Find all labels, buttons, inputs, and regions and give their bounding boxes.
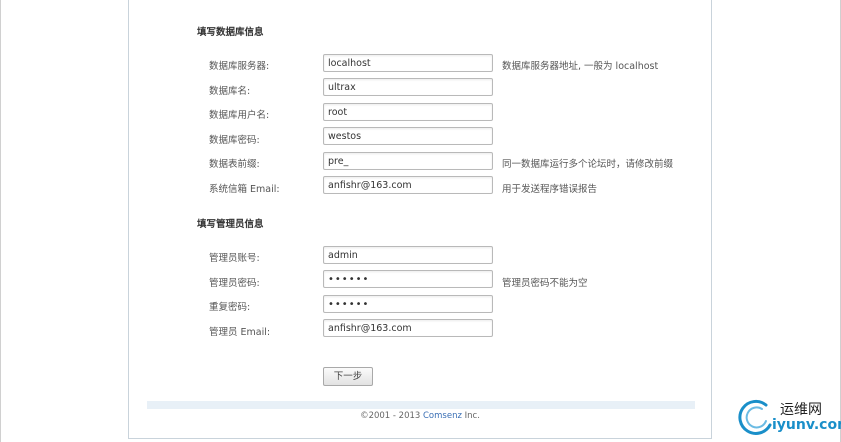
db-password-input[interactable]	[323, 127, 493, 145]
footer-brand-link[interactable]: Comsenz	[423, 411, 462, 421]
admin-account-label: 管理员账号:	[209, 253, 260, 264]
system-email-label: 系统信箱 Email:	[209, 184, 280, 195]
table-prefix-input[interactable]	[323, 152, 493, 170]
admin-account-input[interactable]	[323, 246, 493, 264]
repeat-password-input[interactable]	[323, 295, 493, 313]
db-host-input[interactable]	[323, 54, 493, 72]
db-password-label: 数据库密码:	[209, 135, 260, 146]
db-name-label: 数据库名:	[209, 86, 251, 97]
admin-email-label: 管理员 Email:	[209, 327, 271, 338]
db-section-title: 填写数据库信息	[197, 27, 264, 38]
table-prefix-note: 同一数据库运行多个论坛时，请修改前缀	[502, 159, 674, 170]
admin-password-label: 管理员密码:	[209, 278, 260, 289]
footer-suffix: Inc.	[461, 411, 480, 421]
swirl-icon	[738, 399, 772, 435]
admin-password-note: 管理员密码不能为空	[502, 278, 588, 289]
admin-password-input[interactable]	[323, 270, 493, 288]
footer-band	[147, 401, 695, 409]
db-host-note: 数据库服务器地址, 一般为 localhost	[502, 61, 659, 72]
db-user-input[interactable]	[323, 103, 493, 121]
footer: ©2001 - 2013 Comsenz Inc.	[129, 411, 711, 421]
db-name-input[interactable]	[323, 78, 493, 96]
system-email-input[interactable]	[323, 176, 493, 194]
install-panel: 填写数据库信息 数据库服务器: 数据库服务器地址, 一般为 localhost …	[128, 0, 712, 439]
watermark-domain: iyunv.com	[772, 417, 841, 433]
table-prefix-label: 数据表前缀:	[209, 159, 260, 170]
watermark-title: 运维网	[780, 402, 822, 418]
left-edge	[0, 0, 1, 442]
admin-email-input[interactable]	[323, 319, 493, 337]
next-step-button[interactable]: 下一步	[323, 367, 373, 386]
db-user-label: 数据库用户名:	[209, 110, 270, 121]
footer-copyright: ©2001 - 2013	[360, 411, 423, 421]
system-email-note: 用于发送程序错误报告	[502, 184, 598, 195]
watermark-logo: 运维网 iyunv.com	[736, 395, 841, 439]
db-host-label: 数据库服务器:	[209, 61, 270, 72]
admin-section-title: 填写管理员信息	[197, 219, 264, 230]
repeat-password-label: 重复密码:	[209, 302, 251, 313]
